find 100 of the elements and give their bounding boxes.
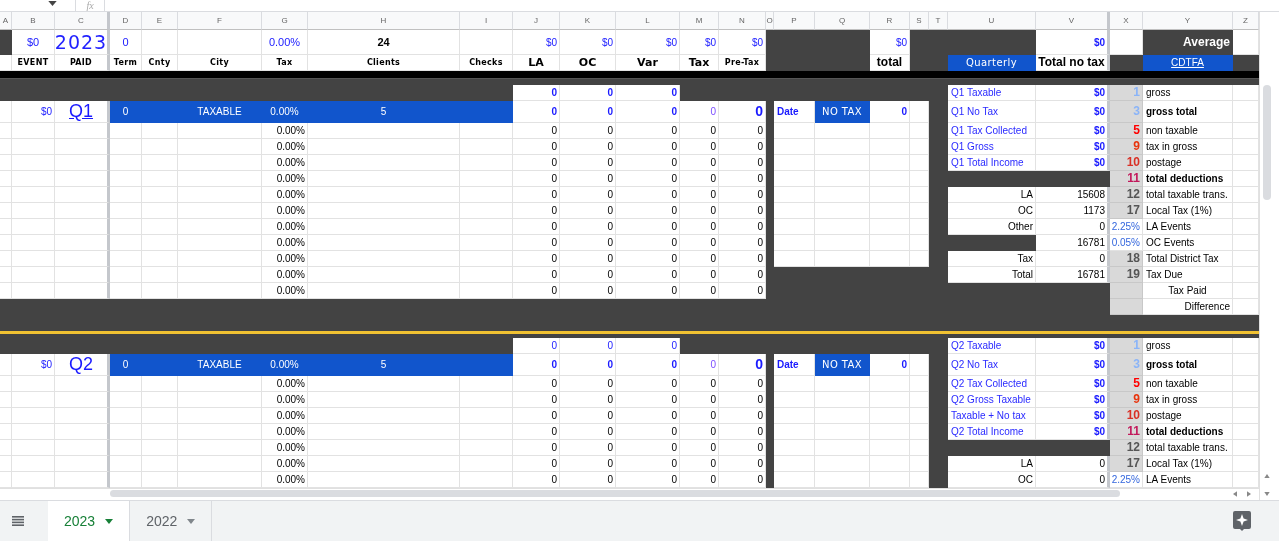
scroll-right-icon[interactable] — [1247, 490, 1251, 497]
table-cell: 0 — [616, 354, 680, 376]
line-number: 17 — [1126, 457, 1140, 470]
table-cell — [815, 203, 870, 219]
table-cell — [0, 408, 12, 424]
table-cell — [774, 424, 815, 440]
table-cell — [12, 219, 55, 235]
table-cell — [460, 123, 513, 139]
scrollbar-thumb[interactable] — [1262, 85, 1271, 200]
table-cell: 0 — [680, 283, 719, 299]
table-cell: 0 — [513, 472, 560, 488]
scroll-down-icon[interactable] — [1263, 492, 1270, 496]
table-cell: 0 — [560, 219, 616, 235]
dropdown-caret-icon[interactable] — [48, 1, 57, 6]
menu-icon[interactable] — [12, 516, 24, 526]
table-cell: $0 — [1036, 392, 1110, 408]
table-cell — [460, 235, 513, 251]
table-cell — [815, 235, 870, 251]
table-cell: 0 — [560, 187, 616, 203]
table-cell: 0 — [560, 338, 616, 354]
scrollbar-thumb[interactable] — [110, 490, 1120, 497]
table-cell: 0 — [560, 251, 616, 267]
table-cell — [142, 408, 178, 424]
table-cell: 0 — [513, 235, 560, 251]
link[interactable]: CDTFA — [1143, 55, 1233, 71]
table-cell — [815, 219, 870, 235]
table-cell — [142, 283, 178, 299]
scroll-left-icon[interactable] — [1233, 490, 1237, 497]
table-cell: 0 — [560, 440, 616, 456]
table-cell: $0 — [616, 30, 680, 55]
table-cell: 0 — [719, 219, 766, 235]
table-cell: 0 — [616, 267, 680, 283]
table-cell — [55, 408, 110, 424]
table-cell — [142, 267, 178, 283]
sheet-tab[interactable]: 2022 — [130, 501, 213, 541]
table-cell — [55, 171, 110, 187]
table-cell: 0 — [680, 424, 719, 440]
table-cell: 0.00% — [262, 251, 308, 267]
table-cell — [0, 456, 12, 472]
scroll-up-icon[interactable] — [1263, 474, 1270, 478]
table-cell — [142, 235, 178, 251]
table-cell: 0 — [719, 440, 766, 456]
row-label: OC — [948, 203, 1036, 219]
column-label: Var — [616, 55, 680, 71]
table-cell — [870, 440, 910, 456]
table-cell: $0 — [12, 354, 55, 376]
table-cell: 0 — [680, 187, 719, 203]
table-cell: 0 — [680, 219, 719, 235]
line-number: 5 — [1133, 377, 1140, 390]
table-cell: Quarterly — [948, 55, 1036, 71]
table-cell — [815, 408, 870, 424]
table-cell — [910, 219, 929, 235]
caret-icon[interactable] — [105, 518, 114, 524]
table-cell: OC Events — [1143, 235, 1233, 251]
row-label: Taxable + No tax — [948, 408, 1036, 424]
row-label: Q1 Tax Collected — [948, 123, 1036, 139]
table-cell — [460, 408, 513, 424]
table-cell: 0 — [719, 354, 766, 376]
table-cell — [870, 187, 910, 203]
table-cell — [110, 187, 142, 203]
table-cell: 0 — [560, 85, 616, 101]
quarter-link[interactable]: Q1 — [55, 101, 110, 123]
table-cell: 0 — [680, 235, 719, 251]
table-cell: 0 — [616, 338, 680, 354]
table-cell — [870, 392, 910, 408]
table-cell — [774, 139, 815, 155]
table-cell — [142, 155, 178, 171]
table-cell: 0 — [560, 101, 616, 123]
row-label: Q2 Taxable — [948, 338, 1036, 354]
table-cell — [910, 139, 929, 155]
table-cell — [774, 171, 815, 187]
table-cell: 0.00% — [262, 235, 308, 251]
explore-icon[interactable] — [1233, 511, 1251, 531]
table-cell — [774, 123, 815, 139]
caret-icon[interactable] — [187, 518, 196, 524]
table-cell: 0 — [719, 139, 766, 155]
table-cell: 0 — [680, 408, 719, 424]
table-cell: 0 — [719, 424, 766, 440]
table-cell: 0 — [513, 376, 560, 392]
table-cell: 0 — [110, 354, 142, 376]
table-cell — [460, 101, 513, 123]
table-cell — [110, 267, 142, 283]
table-cell: 0 — [680, 440, 719, 456]
table-cell: 0 — [680, 155, 719, 171]
table-cell: 0 — [513, 392, 560, 408]
column-label: EVENT — [12, 55, 55, 71]
table-cell — [910, 123, 929, 139]
table-cell — [870, 171, 910, 187]
sheet-tab[interactable]: 2023 — [48, 501, 131, 541]
table-cell — [142, 219, 178, 235]
table-cell: NO TAX — [815, 101, 870, 123]
line-number: 18 — [1126, 252, 1140, 265]
table-cell: 0 — [680, 123, 719, 139]
table-cell — [460, 187, 513, 203]
table-cell — [110, 392, 142, 408]
table-cell — [142, 440, 178, 456]
table-cell: 0 — [719, 101, 766, 123]
table-cell — [910, 251, 929, 267]
table-cell — [870, 408, 910, 424]
table-cell: 0.00% — [262, 472, 308, 488]
